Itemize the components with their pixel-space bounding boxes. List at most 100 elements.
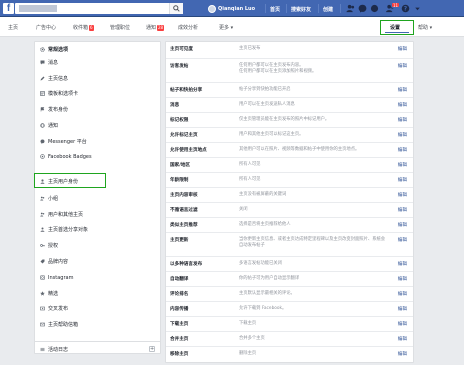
sidebar-item-activity-log[interactable]: 活动日志 + [35, 343, 160, 356]
tab-help[interactable]: 帮助 ▾ [418, 24, 432, 31]
edit-link[interactable]: 编辑 [398, 336, 407, 342]
tab-insights[interactable]: 成效分析 [178, 24, 198, 31]
notifications-badge: 28 [157, 25, 165, 31]
edit-link[interactable]: 编辑 [398, 306, 407, 312]
tab-notifications[interactable]: 通知 28 [146, 24, 165, 31]
sidebar-item-preferred-audience[interactable]: 主页首选分享对象 [35, 223, 160, 236]
settings-row-translate-automatically: 自动翻译 你的帖子可为用户自动显示翻译 编辑 [166, 272, 413, 287]
row-value: 所有人可见 [239, 177, 261, 182]
settings-row-page-visibility: 主页可见度 主页已发布 编辑 [166, 42, 413, 59]
sidebar-item-people-and-pages[interactable]: 用户和其他主页 [35, 208, 160, 221]
row-label: 国家/地区 [170, 163, 191, 168]
help-icon[interactable]: ? [401, 4, 410, 13]
edit-link[interactable]: 编辑 [398, 177, 407, 183]
row-label: 年龄限制 [170, 178, 189, 183]
friend-requests-icon[interactable] [346, 4, 355, 13]
row-value: 其他用户可以在照片、视频等数据和帖子中使用你的主页地点。 [239, 147, 360, 152]
settings-row-profanity-filter: 不雅语言过滤 关闭 编辑 [166, 203, 413, 218]
row-label: 消息 [170, 103, 180, 108]
row-label: 允许标记主页 [170, 133, 198, 138]
brand-icon [40, 259, 45, 264]
tab-manage-jobs[interactable]: 管理职位 [110, 24, 130, 31]
row-value: 你的帖子可为用户自动显示翻译 [239, 276, 300, 281]
sidebar-item-label: 活动日志 [48, 347, 69, 353]
search-button[interactable] [169, 3, 183, 14]
home-link[interactable]: 首页 [270, 6, 280, 13]
tab-more[interactable]: 更多 ▾ [219, 24, 233, 31]
edit-link[interactable]: 编辑 [398, 162, 407, 168]
row-value: 帖子分享到快拍功能已开启 [239, 87, 291, 92]
settings-row-story-sharing: 帖子和快拍分享 帖子分享到快拍功能已开启 编辑 [166, 83, 413, 98]
find-friends-link[interactable]: 搜索好友 [291, 6, 311, 13]
edit-link[interactable]: 编辑 [398, 321, 407, 327]
edit-link[interactable]: 编辑 [398, 132, 407, 138]
sidebar-item-label: 授权 [48, 243, 59, 249]
messenger-icon[interactable] [358, 4, 367, 13]
profile-link[interactable]: Qianqian Luo [208, 4, 255, 13]
scrollbar[interactable] [460, 37, 464, 365]
edit-link[interactable]: 编辑 [398, 102, 407, 108]
facebook-logo-icon[interactable]: f [3, 3, 14, 14]
edit-link[interactable]: 编辑 [398, 46, 407, 52]
row-value: 主页默认显示最相关的评论。 [239, 291, 295, 296]
sidebar-item-instagram[interactable]: Instagram [35, 271, 160, 284]
sidebar-item-publish-identity[interactable]: 发布身份 [35, 103, 160, 116]
sidebar-item-notifications[interactable]: 通知 [35, 119, 160, 132]
key-icon [40, 243, 45, 248]
divider [265, 4, 266, 13]
edit-link[interactable]: 编辑 [398, 192, 407, 198]
edit-link[interactable]: 编辑 [398, 261, 407, 267]
settings-row-page-updates: 主页更新 当你更新主页信息、或者主页达成特定里程碑以及主页改变封面照片、系统会自… [166, 233, 413, 257]
sidebar-item-crossposting[interactable]: 交叉发布 [35, 302, 160, 315]
crosspost-icon [40, 306, 45, 311]
sidebar-item-label: 主页帮助信箱 [48, 322, 79, 328]
row-label: 下载主页 [170, 322, 189, 327]
tab-settings[interactable]: 设置 [380, 20, 414, 35]
edit-link[interactable]: 编辑 [398, 147, 407, 153]
settings-row-content-distribution: 内容传播 允许下载到 Facebook。 编辑 [166, 302, 413, 317]
sidebar-item-label: 通知 [48, 123, 59, 129]
edit-link[interactable]: 编辑 [398, 237, 407, 243]
row-label: 主页更新 [170, 238, 189, 243]
dropdown-arrow-icon[interactable] [413, 4, 422, 13]
sidebar-item-templates-tabs[interactable]: 模板和选项卡 [35, 87, 160, 100]
sidebar-item-messages[interactable]: 消息 [35, 56, 160, 69]
sidebar-item-general[interactable]: 常规选项 [35, 43, 160, 56]
edit-link[interactable]: 编辑 [398, 117, 407, 123]
edit-link[interactable]: 编辑 [398, 291, 407, 297]
settings-row-download-page: 下载主页 下载主页 编辑 [166, 317, 413, 332]
settings-row-others-tagging: 允许标记主页 用户和其他主页可以标记这主页。 编辑 [166, 128, 413, 143]
sidebar-item-support-inbox[interactable]: 主页帮助信箱 [35, 318, 160, 331]
sidebar-item-authorization[interactable]: 授权 [35, 239, 160, 252]
edit-link[interactable]: 编辑 [398, 222, 407, 228]
sidebar-item-featured[interactable]: 精选 [35, 287, 160, 300]
edit-link[interactable]: 编辑 [398, 351, 407, 357]
edit-link[interactable]: 编辑 [398, 63, 407, 69]
sidebar-item-groups[interactable]: 小组 [35, 192, 160, 205]
row-label: 合并主页 [170, 337, 189, 342]
edit-link[interactable]: 编辑 [398, 87, 407, 93]
sidebar-item-page-info[interactable]: 主页信息 [35, 72, 160, 85]
tab-inbox[interactable]: 收件箱 6 [73, 24, 94, 31]
search-input[interactable] [15, 3, 183, 14]
sidebar-item-branded-content[interactable]: 品牌内容 [35, 255, 160, 268]
sidebar-item-facebook-badges[interactable]: Facebook Badges [35, 150, 160, 163]
settings-row-merge-pages: 合并主页 合并多个主页 编辑 [166, 332, 413, 347]
edit-link[interactable]: 编辑 [398, 207, 407, 213]
edit-link[interactable]: 编辑 [398, 276, 407, 282]
edit-icon [40, 76, 45, 81]
sidebar-item-label: 交叉发布 [48, 306, 69, 312]
search-query-text [19, 5, 57, 12]
group-icon [40, 196, 45, 201]
sidebar-item-messenger-platform[interactable]: Messenger 平台 [35, 135, 160, 148]
tab-ad-center[interactable]: 广告中心 [36, 24, 56, 31]
tab-inbox-label: 收件箱 [73, 25, 89, 31]
create-link[interactable]: 创建 [323, 6, 333, 13]
sidebar-item-label: Messenger 平台 [48, 139, 87, 145]
tab-page[interactable]: 主页 [8, 24, 18, 31]
notifications-icon[interactable] [370, 4, 379, 13]
add-button[interactable]: + [149, 346, 155, 352]
row-label: 允许使用主页地点 [170, 148, 207, 153]
divider [318, 4, 319, 13]
settings-row-multi-language-posts: 以多种语言发布 多语言发帖功能已关闭 编辑 [166, 257, 413, 272]
